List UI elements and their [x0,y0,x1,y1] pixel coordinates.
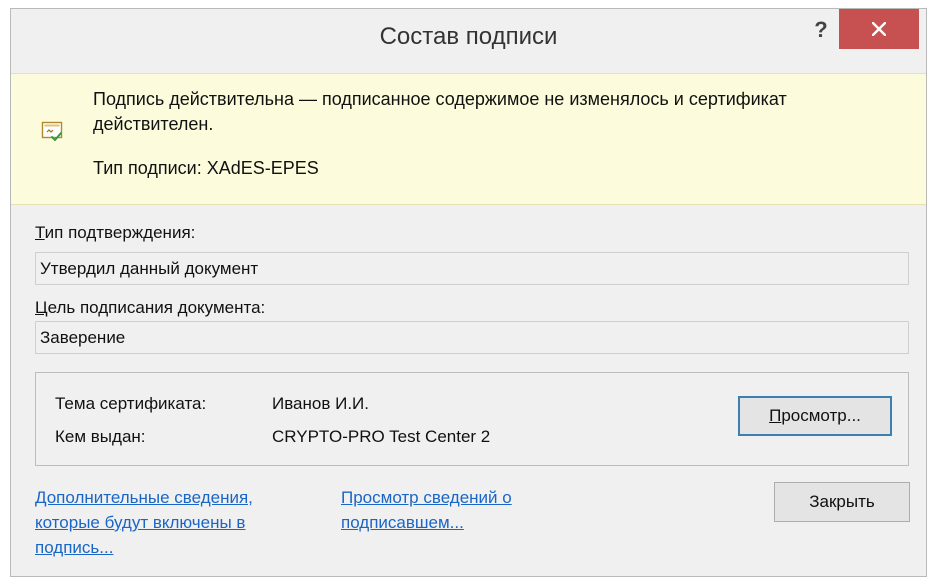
signature-details-dialog: Состав подписи ? Подпись действительна —… [10,8,927,577]
signature-type-text: Тип подписи: XAdES-EPES [93,158,319,178]
close-window-button[interactable] [839,9,919,49]
signing-purpose-label-text: ель подписания документа: [47,298,266,317]
view-certificate-button-accel: П [769,406,782,425]
view-certificate-button-text: росмотр... [781,406,861,425]
certificate-subject-label: Тема сертификата: [55,394,207,413]
validity-banner: Подпись действительна — подписанное соде… [11,73,926,205]
close-button[interactable]: Закрыть [774,482,910,522]
certificate-issuer-value: CRYPTO-PRO Test Center 2 [272,427,491,446]
close-icon [872,22,886,36]
title-bar[interactable]: Состав подписи ? [11,9,926,73]
certificate-subject-value: Иванов И.И. [272,394,369,413]
commitment-type-field[interactable]: Утвердил данный документ [35,252,909,285]
additional-info-link[interactable]: Дополнительные сведения, которые будут в… [35,485,295,560]
commitment-type-label: Тип подтверждения: [35,223,195,243]
validity-message: Подпись действительна — подписанное соде… [93,89,787,134]
dialog-title: Состав подписи [379,23,558,50]
certificate-issuer-label: Кем выдан: [55,427,146,446]
signing-purpose-field[interactable]: Заверение [35,321,909,354]
signing-purpose-label-accel: Ц [35,298,48,317]
commitment-type-label-accel: Т [35,223,45,242]
signer-details-link[interactable]: Просмотр сведений о подписавшем... [341,485,581,535]
signed-document-icon [41,120,63,147]
certificate-group: Тема сертификата: Иванов И.И. Кем выдан:… [35,372,909,466]
signing-purpose-label: Цель подписания документа: [35,298,265,318]
help-button[interactable]: ? [806,15,836,45]
view-certificate-button[interactable]: Просмотр... [738,396,892,436]
commitment-type-label-text: ип подтверждения: [44,223,196,242]
